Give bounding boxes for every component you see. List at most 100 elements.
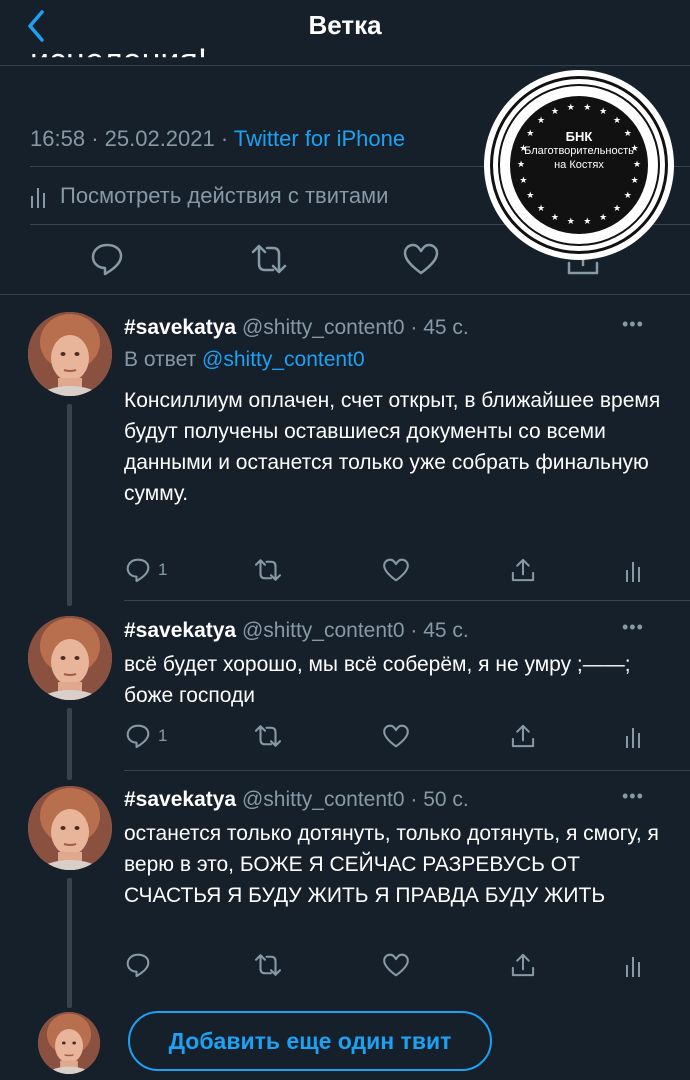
like-button[interactable] — [382, 550, 410, 590]
like-button[interactable] — [382, 716, 410, 756]
heart-icon — [383, 953, 409, 977]
more-options-button[interactable]: ••• — [622, 617, 644, 638]
reply-icon — [126, 953, 150, 978]
analytics-icon — [626, 728, 640, 748]
stamp-text: БНК Благотворительность на Костях — [484, 130, 674, 172]
page-title: Ветка — [308, 10, 382, 40]
avatar[interactable] — [28, 312, 112, 396]
heart-icon — [403, 243, 439, 275]
tweet-actions: 1 — [0, 550, 690, 590]
charity-stamp-watermark: ★ ★ ★ ★ ★ ★ ★ ★ ★ ★ ★ ★ ★ ★ ★ ★ ★ ★ ★ ★ ★ ★ БНК Благотворител… — [484, 70, 674, 260]
share-icon — [511, 558, 535, 582]
more-options-button[interactable]: ••• — [622, 314, 644, 335]
like-button[interactable] — [396, 234, 446, 284]
avatar-photo — [28, 786, 112, 870]
author-handle: @shitty_content0 — [241, 619, 405, 642]
stamp-star: ★ — [623, 190, 632, 201]
share-button[interactable] — [510, 945, 536, 985]
avatar[interactable] — [28, 616, 112, 700]
tweet-activity-button[interactable] — [625, 945, 641, 985]
stamp-star: ★ — [630, 175, 639, 186]
thread-line — [67, 878, 72, 1008]
stamp-line-3: на Костях — [554, 159, 604, 171]
tweet-age: 45 с. — [423, 316, 469, 339]
stamp-star: ★ — [599, 106, 608, 117]
author-handle: @shitty_content0 — [241, 788, 405, 811]
retweet-button[interactable] — [253, 716, 283, 756]
stamp-star: ★ — [537, 115, 546, 126]
reply-button[interactable] — [124, 945, 158, 985]
retweet-icon — [254, 559, 282, 581]
like-button[interactable] — [382, 945, 410, 985]
stamp-line-2: Благотворительность — [524, 145, 634, 157]
tweet-meta: 16:58 · 25.02.2021 · Twitter for iPhone — [30, 126, 406, 151]
reply-button[interactable]: 1 — [124, 550, 167, 590]
author-handle: @shitty_content0 — [241, 316, 405, 339]
stamp-star: ★ — [566, 216, 575, 227]
add-another-tweet-button[interactable]: Добавить еще один твит — [128, 1011, 492, 1071]
avatar[interactable] — [28, 786, 112, 870]
stamp-star: ★ — [566, 101, 575, 112]
retweet-icon — [251, 244, 287, 274]
stamp-star: ★ — [519, 175, 528, 186]
reply-header: #savekatya @shitty_content0 · 45 с. — [124, 619, 469, 642]
retweet-button[interactable] — [253, 550, 283, 590]
tweet-text: всё будет хорошо, мы всё соберём, я не у… — [124, 653, 631, 707]
tweet-text: останется только дотянуть, только дотяну… — [124, 822, 659, 907]
stamp-star: ★ — [537, 202, 546, 213]
reply-to-handle-link[interactable]: @shitty_content0 — [202, 348, 365, 371]
author-name[interactable]: #savekatya — [124, 788, 236, 811]
retweet-icon — [254, 725, 282, 747]
stamp-star: ★ — [583, 101, 592, 112]
share-icon — [511, 724, 535, 748]
avatar-photo — [38, 1012, 100, 1074]
tweet-text: Консиллиум оплачен, счет открыт, в ближа… — [124, 389, 661, 505]
author-name[interactable]: #savekatya — [124, 619, 236, 642]
tweet-activity-button[interactable] — [625, 716, 641, 756]
reply-to-prefix: В ответ — [124, 348, 197, 371]
divider — [0, 294, 690, 295]
retweet-icon — [254, 954, 282, 976]
tweet-date: 25.02.2021 — [104, 126, 215, 151]
reply-header: #savekatya @shitty_content0 · 50 с. — [124, 788, 469, 811]
stamp-star: ★ — [550, 211, 559, 222]
stamp-star: ★ — [612, 202, 622, 213]
stamp-star: ★ — [599, 211, 608, 222]
retweet-button[interactable] — [244, 234, 294, 284]
reply-button[interactable] — [82, 234, 132, 284]
reply-count: 1 — [158, 726, 168, 745]
tweet-age: 45 с. — [423, 619, 469, 642]
divider — [124, 770, 690, 771]
heart-icon — [383, 724, 409, 748]
thread-screen: исцеления! Ветка 16:58 · 25.02.2021 · Tw… — [0, 0, 690, 1080]
tweet-source-link[interactable]: Twitter for iPhone — [234, 126, 405, 151]
reply-icon — [126, 724, 150, 749]
share-button[interactable] — [510, 550, 536, 590]
reply-icon — [126, 558, 150, 583]
tweet-age: 50 с. — [423, 788, 469, 811]
analytics-icon — [31, 188, 45, 208]
current-user-avatar[interactable] — [38, 1012, 100, 1074]
retweet-button[interactable] — [253, 945, 283, 985]
author-name[interactable]: #savekatya — [124, 316, 236, 339]
analytics-icon — [626, 957, 640, 977]
stamp-line-1: БНК — [565, 129, 593, 144]
stamp-star: ★ — [550, 106, 559, 117]
reply-count: 1 — [158, 560, 168, 579]
tweet-actions — [0, 945, 690, 985]
view-tweet-activity-label: Посмотреть действия с твитами — [60, 183, 389, 208]
view-tweet-activity-link[interactable]: Посмотреть действия с твитами — [30, 183, 388, 209]
avatar-photo — [28, 616, 112, 700]
avatar-photo — [28, 312, 112, 396]
analytics-icon — [626, 562, 640, 582]
stamp-star: ★ — [526, 190, 535, 201]
share-button[interactable] — [510, 716, 536, 756]
share-icon — [511, 953, 535, 977]
tweet-activity-button[interactable] — [625, 550, 641, 590]
divider — [124, 600, 690, 601]
tweet-time: 16:58 — [30, 126, 86, 151]
reply-to-line: В ответ @shitty_content0 — [124, 348, 365, 372]
more-options-button[interactable]: ••• — [622, 786, 644, 807]
reply-button[interactable]: 1 — [124, 716, 167, 756]
stamp-star: ★ — [583, 216, 592, 227]
